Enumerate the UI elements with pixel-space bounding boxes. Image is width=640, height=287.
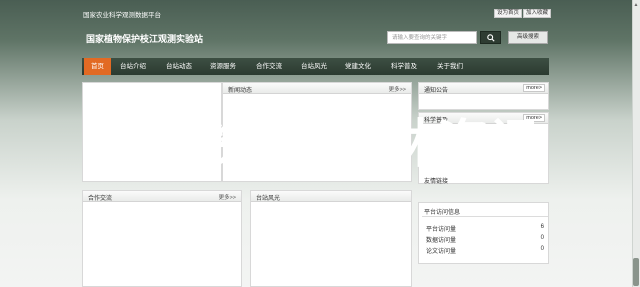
nav-item-resource-service[interactable]: 资源服务 xyxy=(210,58,236,75)
scenery-panel: 台站风光 xyxy=(250,190,412,287)
exchange-panel-title: 合作交流 xyxy=(88,196,113,202)
links-title: 友情链接 xyxy=(424,179,449,185)
main-nav: 首页 台站介绍 台站动态 资源服务 合作交流 台站风光 党建文化 科学普及 关于… xyxy=(82,58,549,75)
news-more-link[interactable]: 更多>> xyxy=(389,85,406,93)
add-favorite-link[interactable]: 加入收藏 xyxy=(523,9,552,18)
nav-item-station-news[interactable]: 台站动态 xyxy=(166,58,192,75)
search-icon xyxy=(486,34,495,42)
stat-value: 6 xyxy=(540,224,544,230)
nav-item-scenery[interactable]: 台站风光 xyxy=(301,58,327,75)
nav-item-about[interactable]: 关于我们 xyxy=(437,58,463,75)
stat-label: 论文访问量 xyxy=(426,249,457,255)
exchange-panel-header: 合作交流 更多>> xyxy=(83,191,241,202)
overlay-watermark-text: 武林资讯,武林资讯 xyxy=(97,115,543,175)
stat-label: 平台访问量 xyxy=(426,227,457,233)
site-subtitle: 国家农业科学观测数据平台 xyxy=(83,12,161,19)
nav-item-party-culture[interactable]: 党建文化 xyxy=(345,58,371,75)
notice-panel: 通知公告 more> xyxy=(418,82,549,110)
scroll-up-arrow-icon[interactable]: ▲ xyxy=(633,2,639,8)
page-scrollbar[interactable] xyxy=(632,0,640,287)
nav-item-home[interactable]: 首页 xyxy=(84,58,111,75)
scenery-panel-title: 台站风光 xyxy=(256,196,281,202)
stat-label: 数据访问量 xyxy=(426,238,457,244)
stats-panel-title: 平台访问信息 xyxy=(424,210,461,216)
exchange-more-link[interactable]: 更多>> xyxy=(219,193,236,201)
scrollbar-thumb[interactable] xyxy=(633,258,639,286)
news-panel-title: 新闻动态 xyxy=(228,88,253,94)
search-button[interactable] xyxy=(480,31,501,44)
search-input[interactable]: 请输入要查询的关键字 xyxy=(387,31,477,44)
nav-item-science[interactable]: 科学普及 xyxy=(391,58,417,75)
stat-value: 0 xyxy=(540,235,544,241)
stat-row: 论文访问量 0 xyxy=(426,246,544,255)
nav-item-station-intro[interactable]: 台站介绍 xyxy=(120,58,146,75)
notice-panel-title: 通知公告 xyxy=(424,88,449,94)
stat-row: 平台访问量 6 xyxy=(426,224,544,233)
news-panel-header: 新闻动态 更多>> xyxy=(223,83,411,94)
stats-divider xyxy=(422,216,548,217)
exchange-panel: 合作交流 更多>> xyxy=(82,190,242,287)
stat-row: 数据访问量 0 xyxy=(426,235,544,244)
set-homepage-link[interactable]: 设为首页 xyxy=(494,9,523,18)
top-bar: 国家农业科学观测数据平台 设为首页 加入收藏 xyxy=(0,0,640,22)
site-title: 国家植物保护枝江观测实验站 xyxy=(86,34,204,44)
notice-panel-header: 通知公告 more> xyxy=(419,83,548,94)
scenery-panel-header: 台站风光 xyxy=(251,191,411,202)
stat-value: 0 xyxy=(540,246,544,252)
notice-more-link[interactable]: more> xyxy=(523,84,545,92)
advanced-search-button[interactable]: 高级搜索 xyxy=(508,31,548,44)
nav-item-cooperation[interactable]: 合作交流 xyxy=(256,58,282,75)
